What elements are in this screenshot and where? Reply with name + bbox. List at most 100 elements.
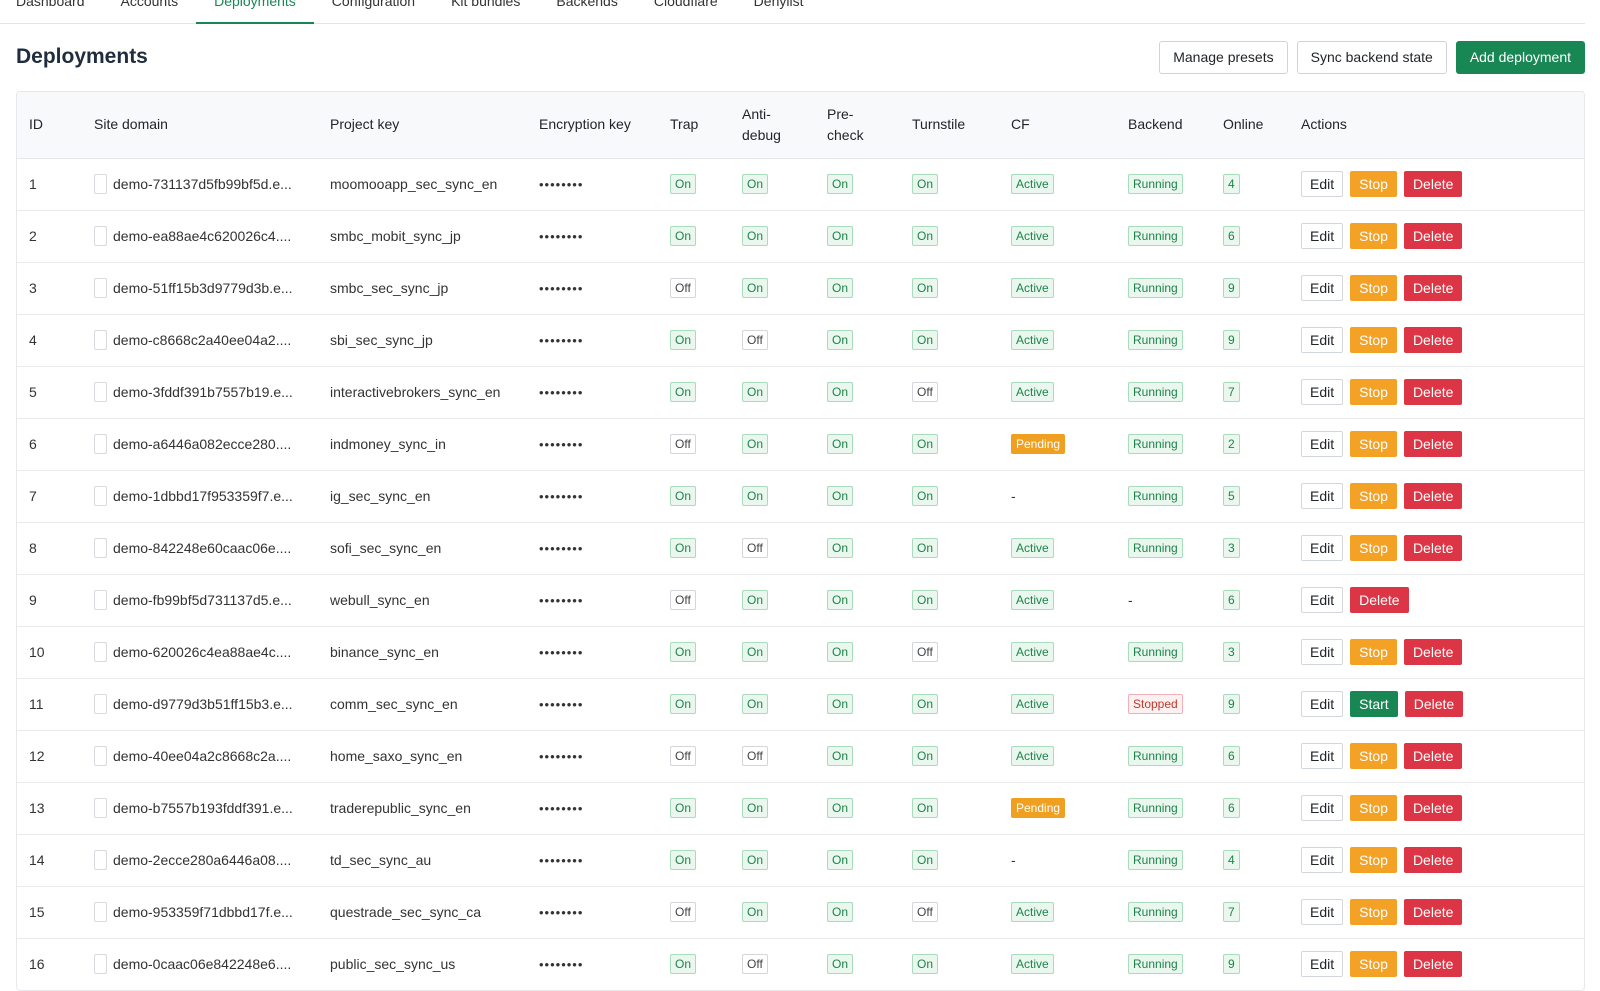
edit-button[interactable]: Edit xyxy=(1301,951,1344,977)
encryption-key-masked: •••••••• xyxy=(539,853,584,868)
delete-button[interactable]: Delete xyxy=(1403,951,1463,977)
table-row: 7 demo-1dbbd17f953359f7.e... ig_sec_sync_e… xyxy=(17,470,1584,522)
anti-debug-badge: On xyxy=(742,590,769,610)
edit-button[interactable]: Edit xyxy=(1301,431,1344,457)
cell-actions: Edit Stop Delete xyxy=(1289,470,1584,522)
edit-button[interactable]: Edit xyxy=(1301,795,1344,821)
delete-button[interactable]: Delete xyxy=(1403,223,1463,249)
delete-button[interactable]: Delete xyxy=(1403,899,1463,925)
stop-button[interactable]: Stop xyxy=(1350,535,1397,561)
tab-kit-bundles[interactable]: Kit bundles xyxy=(433,0,538,24)
col-header-anti-debug: Anti-debug xyxy=(730,92,815,159)
page-title: Deployments xyxy=(16,45,148,68)
tab-configuration[interactable]: Configuration xyxy=(314,0,433,24)
cell-turnstile: On xyxy=(900,574,999,626)
tab-accounts[interactable]: Accounts xyxy=(103,0,197,24)
stop-button[interactable]: Stop xyxy=(1350,899,1397,925)
stop-button[interactable]: Stop xyxy=(1350,171,1397,197)
trap-badge: Off xyxy=(670,278,696,298)
cell-online: 6 xyxy=(1211,574,1289,626)
site-domain-text: demo-0caac06e842248e6.... xyxy=(113,956,292,972)
edit-button[interactable]: Edit xyxy=(1301,743,1344,769)
stop-button[interactable]: Stop xyxy=(1350,639,1397,665)
backend-status-badge: Running xyxy=(1128,486,1183,506)
delete-button[interactable]: Delete xyxy=(1404,691,1464,717)
add-deployment-button[interactable]: Add deployment xyxy=(1455,40,1585,74)
delete-button[interactable]: Delete xyxy=(1403,379,1463,405)
col-header-actions: Actions xyxy=(1289,92,1584,159)
delete-button[interactable]: Delete xyxy=(1403,743,1463,769)
cell-actions: Edit Stop Delete xyxy=(1289,730,1584,782)
backend-status-badge: Running xyxy=(1128,746,1183,766)
tab-denylist[interactable]: Denylist xyxy=(736,0,822,24)
edit-button[interactable]: Edit xyxy=(1301,587,1344,613)
stop-button[interactable]: Stop xyxy=(1350,327,1397,353)
site-domain: demo-3fddf391b7557b19.e... xyxy=(94,382,306,402)
trap-badge: On xyxy=(670,694,697,714)
edit-button[interactable]: Edit xyxy=(1301,275,1344,301)
stop-button[interactable]: Stop xyxy=(1350,795,1397,821)
anti-debug-badge: Off xyxy=(742,330,768,350)
tab-deployments[interactable]: Deployments xyxy=(196,0,314,24)
cell-actions: Edit Delete xyxy=(1289,574,1584,626)
row-actions: Edit Stop Delete xyxy=(1301,951,1574,977)
cell-project-key: smbc_mobit_sync_jp xyxy=(330,228,461,244)
online-count-badge: 6 xyxy=(1223,590,1240,610)
table-row: 6 demo-a6446a082ecce280.... indmoney_sync_… xyxy=(17,418,1584,470)
delete-button[interactable]: Delete xyxy=(1403,327,1463,353)
stop-button[interactable]: Stop xyxy=(1350,379,1397,405)
stop-button[interactable]: Stop xyxy=(1350,743,1397,769)
favicon-icon xyxy=(94,590,107,610)
table-header-row: ID Site domain Project key Encryption ke… xyxy=(17,92,1584,159)
manage-presets-button[interactable]: Manage presets xyxy=(1159,40,1288,74)
cell-actions: Edit Stop Delete xyxy=(1289,938,1584,990)
delete-button[interactable]: Delete xyxy=(1403,639,1463,665)
tab-backends[interactable]: Backends xyxy=(538,0,635,24)
backend-status-badge: Running xyxy=(1128,798,1183,818)
table-row: 2 demo-ea88ae4c620026c4.... smbc_mobit_syn… xyxy=(17,210,1584,262)
table-row: 10 demo-620026c4ea88ae4c.... binance_sync_… xyxy=(17,626,1584,678)
online-count-badge: 2 xyxy=(1223,434,1240,454)
edit-button[interactable]: Edit xyxy=(1301,379,1344,405)
site-domain: demo-731137d5fb99bf5d.e... xyxy=(94,174,306,194)
edit-button[interactable]: Edit xyxy=(1301,847,1344,873)
edit-button[interactable]: Edit xyxy=(1301,691,1344,717)
edit-button[interactable]: Edit xyxy=(1301,899,1344,925)
delete-button[interactable]: Delete xyxy=(1403,483,1463,509)
cell-actions: Edit Start Delete xyxy=(1289,678,1584,730)
tab-cloudflare[interactable]: Cloudflare xyxy=(636,0,736,24)
edit-button[interactable]: Edit xyxy=(1301,639,1344,665)
tab-dashboard[interactable]: Dashboard xyxy=(0,0,103,24)
delete-button[interactable]: Delete xyxy=(1403,535,1463,561)
edit-button[interactable]: Edit xyxy=(1301,223,1344,249)
delete-button[interactable]: Delete xyxy=(1403,171,1463,197)
edit-button[interactable]: Edit xyxy=(1301,327,1344,353)
stop-button[interactable]: Stop xyxy=(1350,951,1397,977)
stop-button[interactable]: Stop xyxy=(1350,275,1397,301)
edit-button[interactable]: Edit xyxy=(1301,483,1344,509)
stop-button[interactable]: Stop xyxy=(1350,431,1397,457)
encryption-key-masked: •••••••• xyxy=(539,385,584,400)
cell-online: 6 xyxy=(1211,782,1289,834)
row-actions: Edit Start Delete xyxy=(1301,691,1574,717)
start-button[interactable]: Start xyxy=(1350,691,1398,717)
cell-backend: Running xyxy=(1116,262,1211,314)
backend-status-badge: Running xyxy=(1128,434,1183,454)
delete-button[interactable]: Delete xyxy=(1403,275,1463,301)
cf-status-badge: Active xyxy=(1011,746,1054,766)
stop-button[interactable]: Stop xyxy=(1350,483,1397,509)
edit-button[interactable]: Edit xyxy=(1301,171,1344,197)
stop-button[interactable]: Stop xyxy=(1350,223,1397,249)
delete-button[interactable]: Delete xyxy=(1403,847,1463,873)
site-domain: demo-842248e60caac06e.... xyxy=(94,538,306,558)
cell-project-key: traderepublic_sync_en xyxy=(330,800,471,816)
edit-button[interactable]: Edit xyxy=(1301,535,1344,561)
sync-backend-state-button[interactable]: Sync backend state xyxy=(1296,40,1447,74)
delete-button[interactable]: Delete xyxy=(1403,795,1463,821)
cell-actions: Edit Stop Delete xyxy=(1289,522,1584,574)
delete-button[interactable]: Delete xyxy=(1350,587,1409,613)
delete-button[interactable]: Delete xyxy=(1403,431,1463,457)
online-count-badge: 9 xyxy=(1223,694,1240,714)
cell-encryption-key: •••••••• xyxy=(527,678,658,730)
stop-button[interactable]: Stop xyxy=(1350,847,1397,873)
